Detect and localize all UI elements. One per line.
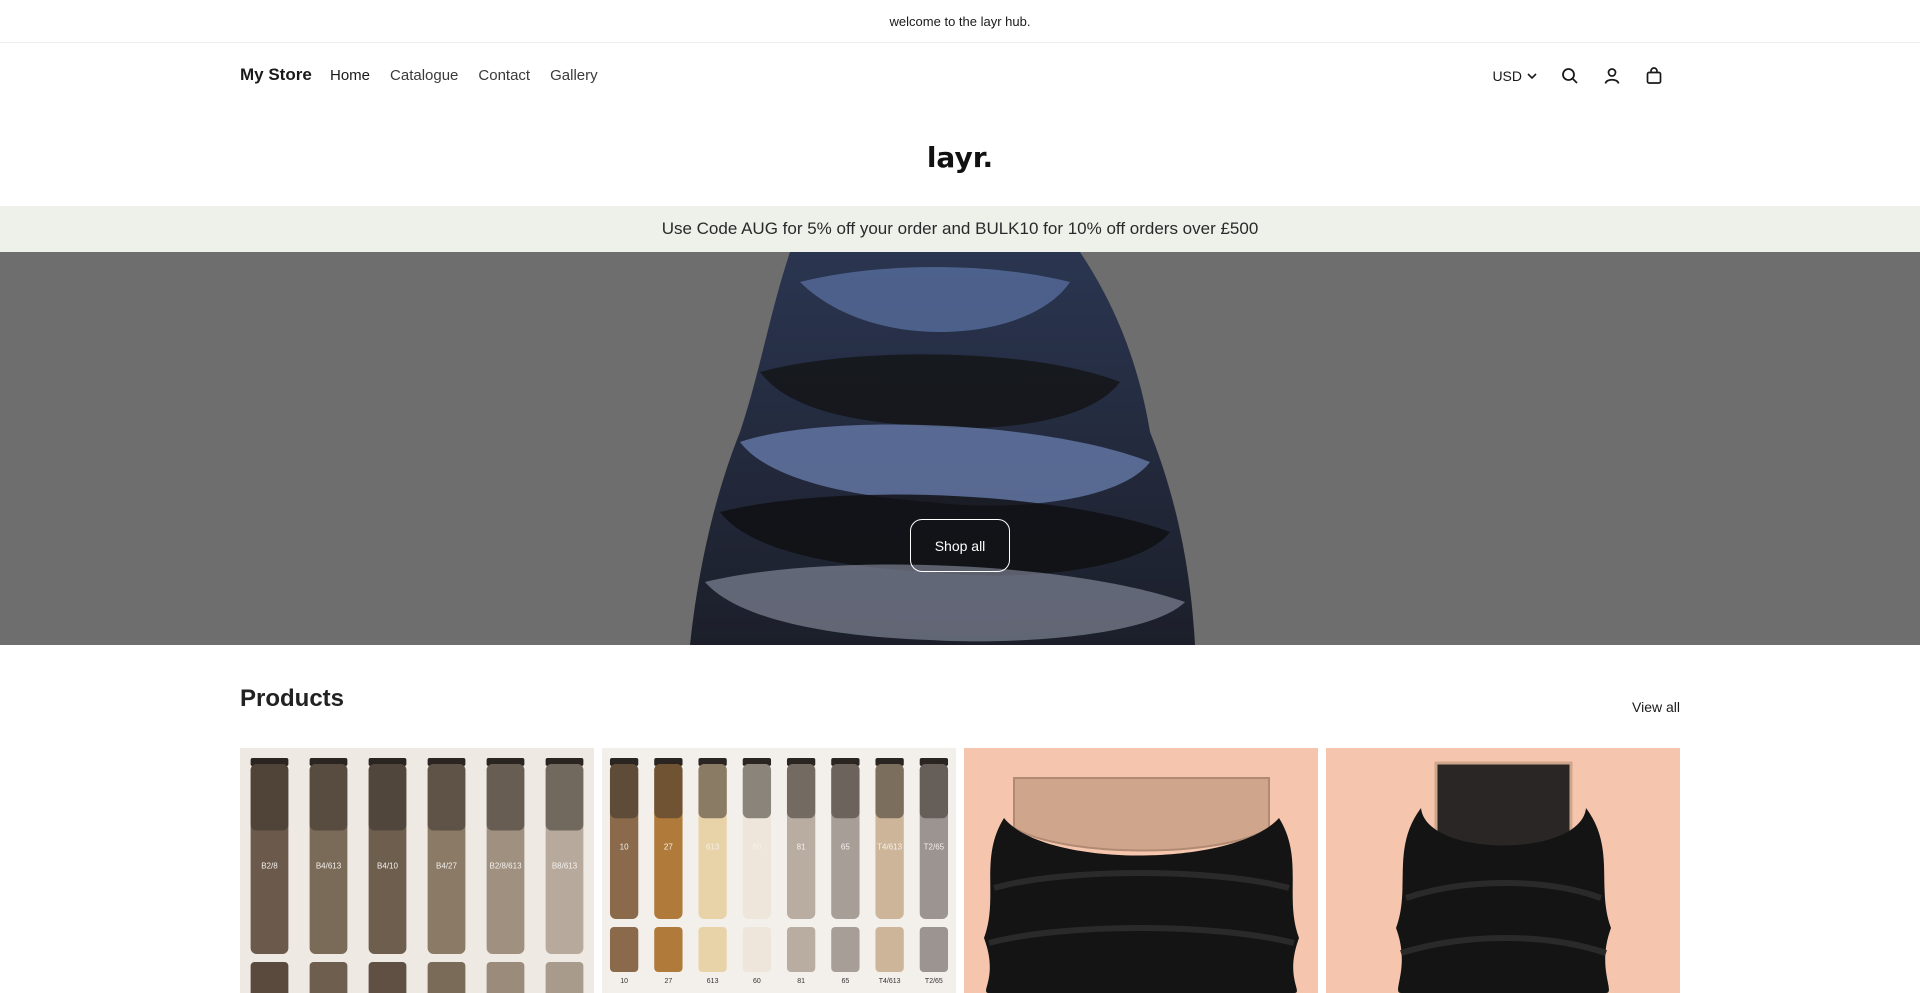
shade-label: 10 (620, 842, 629, 851)
chevron-down-icon (1527, 73, 1537, 80)
user-icon (1604, 68, 1620, 84)
search-icon (1562, 68, 1578, 84)
account-button[interactable] (1602, 66, 1622, 86)
nav-contact[interactable]: Contact (478, 67, 530, 84)
hair-bundle: T2/65 T2/65 (919, 758, 949, 985)
shade-label: B2/8 (261, 862, 278, 871)
product-image-lace-frontal (964, 748, 1318, 993)
shade-label: T2/65 (924, 842, 945, 851)
shade-label-small: 81 (797, 978, 805, 985)
hair-bundle: 613 613 (698, 758, 727, 985)
shade-label-small: T2/65 (925, 978, 943, 985)
shade-label: 60 (752, 842, 761, 851)
nav-home[interactable]: Home (330, 67, 370, 84)
store-brand[interactable]: My Store (240, 65, 312, 85)
hero-banner: Shop all (0, 252, 1920, 645)
product-image-balayage-wefts: B2/8B2/8B4/613B4/613B4/10B4/10B4/27B4/27… (240, 748, 594, 993)
product-card[interactable] (964, 748, 1318, 993)
currency-selector[interactable]: USD (1492, 68, 1538, 84)
product-card[interactable] (1326, 748, 1680, 993)
site-header: My Store Home Catalogue Contact Gallery … (0, 43, 1920, 109)
hair-bundle: 60 60 (742, 758, 772, 985)
product-card[interactable]: B2/8B2/8B4/613B4/613B4/10B4/10B4/27B4/27… (240, 748, 594, 993)
shade-label: 65 (841, 842, 850, 851)
product-card[interactable]: 10 10 27 27 613 613 60 60 81 81 65 65 T4/613 T4/613 T2… (602, 748, 956, 993)
product-image-color-wefts: 10 10 27 27 613 613 60 60 81 81 65 65 T4/613 T4/613 T2… (602, 748, 956, 993)
site-logo[interactable]: layr. (927, 141, 993, 174)
product-grid: B2/8B2/8B4/613B4/613B4/10B4/10B4/27B4/27… (240, 748, 1680, 993)
view-all-link[interactable]: View all (1632, 699, 1680, 715)
hero-hair-image (690, 252, 1195, 645)
product-image-lace-closure (1326, 748, 1680, 993)
hair-bundle: T4/613 T4/613 (875, 758, 904, 985)
shop-all-button[interactable]: Shop all (910, 519, 1010, 572)
promo-banner: Use Code AUG for 5% off your order and B… (0, 206, 1920, 252)
shade-label: T4/613 (877, 842, 902, 851)
cart-bag-icon (1646, 67, 1662, 84)
nav-gallery[interactable]: Gallery (550, 67, 598, 84)
shade-label: B4/27 (436, 862, 457, 871)
nav-catalogue[interactable]: Catalogue (390, 67, 458, 84)
hair-bundle: 10 10 (609, 758, 639, 985)
announcement-text: welcome to the layr hub. (889, 13, 1031, 29)
announcement-bar: welcome to the layr hub. (0, 0, 1920, 43)
search-button[interactable] (1560, 66, 1580, 86)
logo-row: layr. (0, 109, 1920, 206)
shade-label: B4/613 (316, 862, 342, 871)
shade-label: 27 (664, 842, 673, 851)
shade-label-small: T4/613 (879, 978, 901, 985)
header-actions: USD (1492, 61, 1664, 91)
products-title: Products (240, 685, 345, 712)
shade-label-small: 10 (620, 978, 628, 985)
hair-bundle: 65 65 (831, 758, 860, 985)
shade-label: B4/10 (377, 862, 398, 871)
hair-bundle: 27 27 (654, 758, 683, 985)
shade-label-small: 27 (664, 978, 672, 985)
shade-label-small: 60 (753, 978, 761, 985)
cart-button[interactable] (1644, 66, 1664, 86)
currency-label: USD (1492, 68, 1522, 84)
promo-text: Use Code AUG for 5% off your order and B… (661, 219, 1259, 238)
shade-label: 81 (797, 842, 806, 851)
hair-bundle: 81 81 (786, 758, 816, 985)
shade-label: 613 (706, 842, 720, 851)
shade-label-small: 65 (841, 978, 849, 985)
shade-label: B8/613 (552, 862, 578, 871)
shade-label-small: 613 (707, 978, 719, 985)
main-nav: Home Catalogue Contact Gallery (330, 67, 598, 84)
shade-label: B2/8/613 (489, 862, 522, 871)
